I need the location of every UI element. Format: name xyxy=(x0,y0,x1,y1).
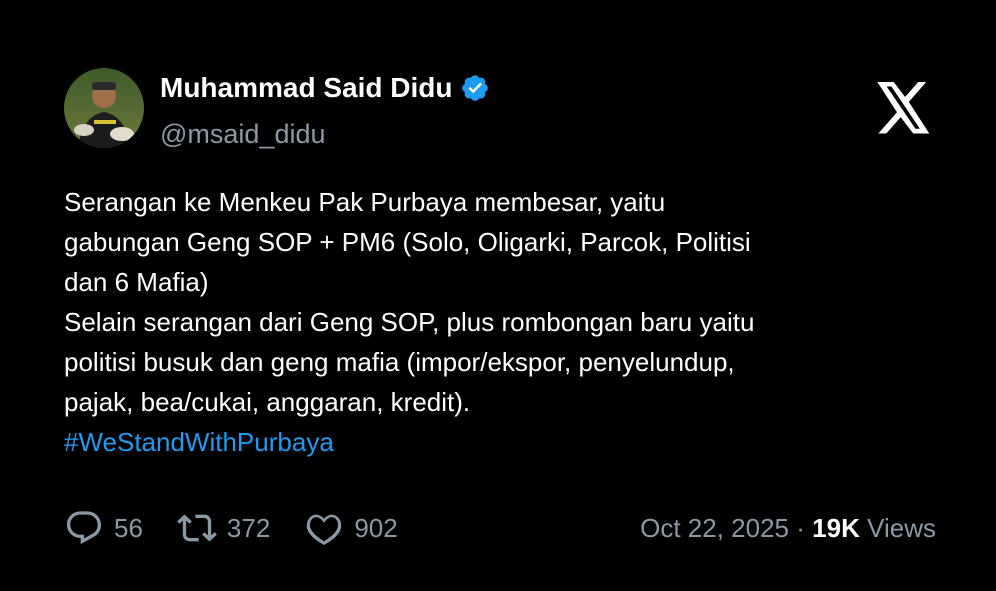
meta-separator: · xyxy=(796,512,805,543)
views-count: 19K xyxy=(812,512,860,543)
avatar[interactable] xyxy=(64,68,144,148)
tweet-line: dan 6 Mafia) xyxy=(64,267,209,297)
tweet-footer: 56 372 902 Oct 22, 2025 · 19K Views xyxy=(64,508,936,548)
reply-icon xyxy=(66,511,102,545)
heart-icon xyxy=(307,514,342,545)
author-display-name[interactable]: Muhammad Said Didu xyxy=(160,70,452,106)
tweet-line: pajak, bea/cukai, anggaran, kredit). xyxy=(64,387,471,417)
repost-button[interactable]: 372 xyxy=(177,508,270,548)
author-display-name-row[interactable]: Muhammad Said Didu xyxy=(160,70,490,106)
like-count: 902 xyxy=(354,512,398,543)
tweet-date[interactable]: Oct 22, 2025 xyxy=(640,513,789,543)
repost-icon xyxy=(177,514,217,542)
tweet-meta: Oct 22, 2025 · 19K Views xyxy=(640,513,936,544)
hashtag-link[interactable]: #WeStandWithPurbaya xyxy=(64,422,944,462)
x-logo-icon[interactable] xyxy=(875,82,932,134)
tweet-line: Selain serangan dari Geng SOP, plus romb… xyxy=(64,307,755,337)
views-label: Views xyxy=(867,512,936,543)
reply-count: 56 xyxy=(114,512,143,543)
tweet-line: Serangan ke Menkeu Pak Purbaya membesar,… xyxy=(64,187,666,217)
like-button[interactable]: 902 xyxy=(304,508,398,548)
profile-photo-icon xyxy=(64,68,144,148)
tweet-line: politisi busuk dan geng mafia (impor/eks… xyxy=(64,347,735,377)
repost-count: 372 xyxy=(226,512,271,543)
verified-badge-icon xyxy=(462,75,489,101)
tweet-text: Serangan ke Menkeu Pak Purbaya membesar,… xyxy=(64,182,944,462)
tweet-line: gabungan Geng SOP + PM6 (Solo, Oligarki,… xyxy=(64,227,751,257)
author-handle[interactable]: @msaid_didu xyxy=(160,116,326,152)
reply-button[interactable]: 56 xyxy=(64,508,143,548)
